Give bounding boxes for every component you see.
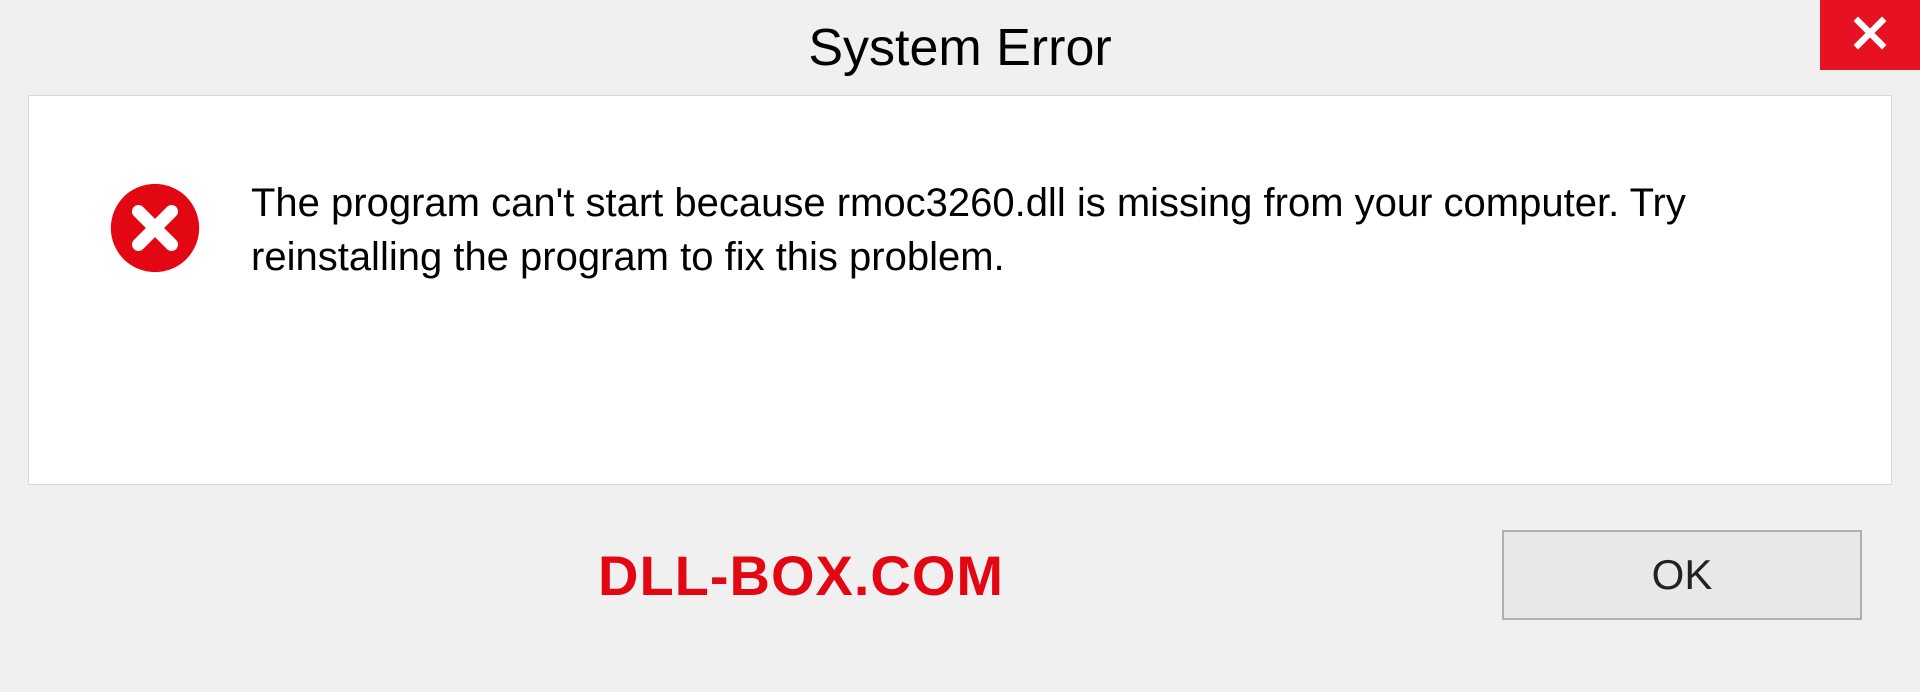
footer: DLL-BOX.COM OK (28, 485, 1892, 665)
content-panel: The program can't start because rmoc3260… (28, 95, 1892, 485)
close-button[interactable] (1820, 0, 1920, 70)
error-message: The program can't start because rmoc3260… (251, 176, 1751, 284)
dialog-title: System Error (808, 18, 1111, 78)
ok-button[interactable]: OK (1502, 530, 1862, 620)
error-icon (109, 182, 201, 274)
close-icon (1852, 15, 1888, 56)
titlebar: System Error (0, 0, 1920, 95)
watermark-text: DLL-BOX.COM (598, 543, 1004, 608)
